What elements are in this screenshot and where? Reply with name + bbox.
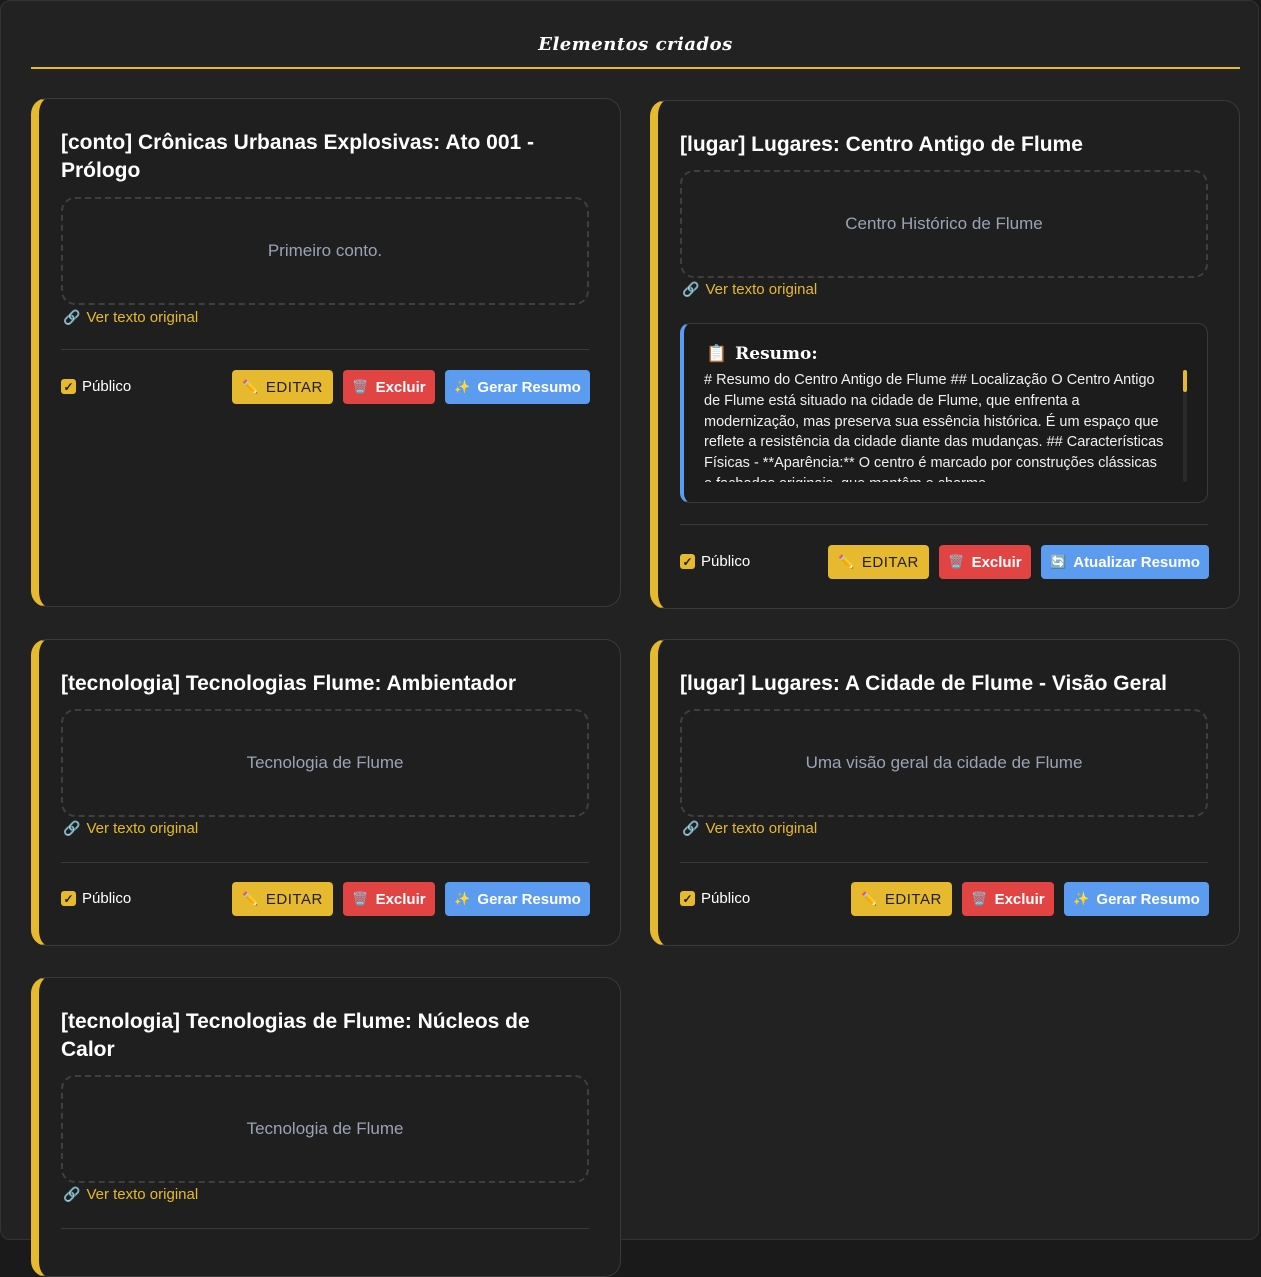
edit-button[interactable]: ✏️ EDITAR — [828, 545, 929, 579]
element-card: [tecnologia] Tecnologias de Flume: Núcle… — [31, 977, 621, 1277]
link-icon: 🔗 — [63, 309, 81, 325]
delete-button[interactable]: 🗑️ Excluir — [939, 545, 1031, 579]
elements-panel: Elementos criados [conto] Crônicas Urban… — [0, 0, 1259, 1277]
edit-label: EDITAR — [861, 553, 919, 571]
view-original-link[interactable]: 🔗 Ver texto original — [63, 1186, 198, 1203]
scrollbar-thumb[interactable] — [1183, 370, 1187, 392]
summary-heading: 📋 Resumo: — [706, 344, 818, 364]
divider — [61, 1228, 589, 1229]
view-original-link[interactable]: 🔗 Ver texto original — [682, 820, 817, 837]
card-title: [tecnologia] Tecnologias de Flume: Núcle… — [61, 1010, 530, 1061]
public-toggle[interactable]: ✓ Público — [61, 378, 131, 395]
divider — [680, 862, 1208, 863]
page-title: Elementos criados — [31, 31, 1240, 69]
update-summary-label: Atualizar Resumo — [1073, 553, 1200, 571]
delete-button[interactable]: 🗑️ Excluir — [962, 882, 1054, 916]
public-label: Público — [82, 890, 132, 907]
generate-summary-button[interactable]: ✨ Gerar Resumo — [1064, 882, 1209, 916]
trash-icon: 🗑️ — [948, 554, 965, 569]
public-toggle[interactable]: ✓ Público — [680, 553, 750, 570]
edit-button[interactable]: ✏️ EDITAR — [232, 370, 333, 404]
view-original-label: Ver texto original — [705, 281, 818, 298]
generate-summary-label: Gerar Resumo — [477, 378, 581, 396]
public-checkbox[interactable]: ✓ — [680, 891, 695, 906]
link-icon: 🔗 — [63, 1186, 81, 1202]
element-card: [conto] Crônicas Urbanas Explosivas: Ato… — [31, 98, 621, 607]
trash-icon: 🗑️ — [352, 891, 369, 906]
public-checkbox[interactable]: ✓ — [680, 554, 695, 569]
view-original-link[interactable]: 🔗 Ver texto original — [63, 820, 198, 837]
notepad-icon: 📋 — [706, 344, 728, 364]
view-original-label: Ver texto original — [86, 309, 199, 326]
divider — [61, 862, 589, 863]
pencil-icon: ✏️ — [861, 891, 878, 906]
refresh-icon: 🔄 — [1050, 554, 1067, 569]
card-description: Tecnologia de Flume — [61, 1075, 589, 1183]
pencil-icon: ✏️ — [838, 554, 855, 569]
public-toggle[interactable]: ✓ Público — [680, 890, 750, 907]
delete-label: Excluir — [375, 378, 426, 396]
link-icon: 🔗 — [682, 820, 700, 836]
pencil-icon: ✏️ — [242, 379, 259, 394]
card-title: [lugar] Lugares: A Cidade de Flume - Vis… — [680, 672, 1167, 695]
view-original-label: Ver texto original — [86, 820, 199, 837]
summary-heading-label: Resumo: — [735, 344, 818, 364]
summary-text: # Resumo do Centro Antigo de Flume ## Lo… — [704, 372, 1164, 482]
trash-icon: 🗑️ — [352, 379, 369, 394]
generate-summary-label: Gerar Resumo — [1096, 890, 1200, 908]
public-label: Público — [82, 378, 132, 395]
card-title: [conto] Crônicas Urbanas Explosivas: Ato… — [61, 131, 535, 182]
edit-button[interactable]: ✏️ EDITAR — [232, 882, 333, 916]
card-description: Centro Histórico de Flume — [680, 170, 1208, 278]
sparkles-icon: ✨ — [1073, 891, 1090, 906]
element-card: [tecnologia] Tecnologias Flume: Ambienta… — [31, 639, 621, 946]
edit-button[interactable]: ✏️ EDITAR — [851, 882, 952, 916]
public-checkbox[interactable]: ✓ — [61, 891, 76, 906]
divider — [61, 349, 589, 350]
public-checkbox[interactable]: ✓ — [61, 379, 76, 394]
delete-button[interactable]: 🗑️ Excluir — [343, 882, 435, 916]
card-description: Uma visão geral da cidade de Flume — [680, 709, 1208, 817]
sparkles-icon: ✨ — [454, 891, 471, 906]
divider — [680, 524, 1208, 525]
element-card: [lugar] Lugares: A Cidade de Flume - Vis… — [650, 639, 1240, 946]
view-original-label: Ver texto original — [705, 820, 818, 837]
generate-summary-label: Gerar Resumo — [477, 890, 581, 908]
public-toggle[interactable]: ✓ Público — [61, 890, 131, 907]
pencil-icon: ✏️ — [242, 891, 259, 906]
card-title: [lugar] Lugares: Centro Antigo de Flume — [680, 133, 1083, 156]
link-icon: 🔗 — [63, 820, 81, 836]
sparkles-icon: ✨ — [454, 379, 471, 394]
delete-label: Excluir — [375, 890, 426, 908]
edit-label: EDITAR — [265, 890, 323, 908]
edit-label: EDITAR — [884, 890, 942, 908]
card-description: Tecnologia de Flume — [61, 709, 589, 817]
card-title: [tecnologia] Tecnologias Flume: Ambienta… — [61, 672, 517, 695]
element-card: [lugar] Lugares: Centro Antigo de Flume … — [650, 100, 1240, 609]
link-icon: 🔗 — [682, 281, 700, 297]
public-label: Público — [701, 890, 751, 907]
public-label: Público — [701, 553, 751, 570]
trash-icon: 🗑️ — [971, 891, 988, 906]
view-original-label: Ver texto original — [86, 1186, 199, 1203]
delete-label: Excluir — [971, 553, 1022, 571]
delete-label: Excluir — [994, 890, 1045, 908]
generate-summary-button[interactable]: ✨ Gerar Resumo — [445, 882, 590, 916]
view-original-link[interactable]: 🔗 Ver texto original — [682, 281, 817, 298]
summary-scrollbar[interactable] — [1183, 370, 1187, 482]
update-summary-button[interactable]: 🔄 Atualizar Resumo — [1041, 545, 1209, 579]
card-description: Primeiro conto. — [61, 197, 589, 305]
generate-summary-button[interactable]: ✨ Gerar Resumo — [445, 370, 590, 404]
edit-label: EDITAR — [265, 378, 323, 396]
view-original-link[interactable]: 🔗 Ver texto original — [63, 309, 198, 326]
delete-button[interactable]: 🗑️ Excluir — [343, 370, 435, 404]
summary-box: 📋 Resumo: # Resumo do Centro Antigo de F… — [680, 323, 1208, 503]
